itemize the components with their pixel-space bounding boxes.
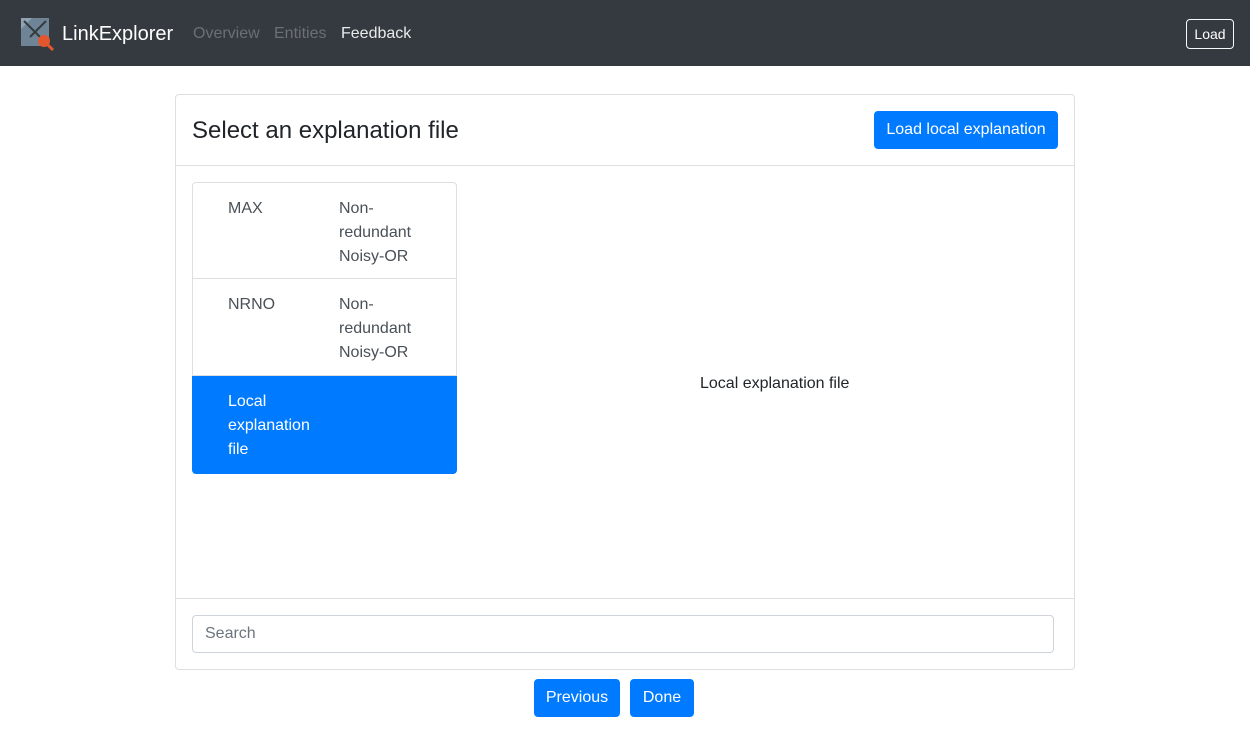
- list-item-max[interactable]: MAX Non-redundant Noisy-OR: [192, 182, 457, 279]
- list-item-name: NRNO: [228, 296, 276, 313]
- brand-name: LinkExplorer: [62, 23, 174, 45]
- search-input[interactable]: [192, 615, 1054, 653]
- done-button[interactable]: Done: [630, 679, 694, 717]
- navbar: LinkExplorer Overview Entities Feedback …: [0, 0, 1250, 66]
- list-item-local-explanation-file[interactable]: Local explanation file: [192, 376, 457, 474]
- card-footer: [176, 598, 1074, 669]
- nav-entities[interactable]: Entities: [274, 23, 326, 45]
- card-header: Select an explanation file Load local ex…: [176, 95, 1074, 166]
- explanation-file-list: MAX Non-redundant Noisy-OR NRNO Non-redu…: [192, 182, 457, 474]
- selected-file-label: Local explanation file: [700, 375, 850, 392]
- list-item-description: Non-redundant Noisy-OR: [339, 200, 412, 265]
- previous-button[interactable]: Previous: [534, 679, 620, 717]
- list-item-description: Non-redundant Noisy-OR: [339, 296, 412, 361]
- card-title: Select an explanation file: [192, 117, 459, 144]
- list-item-name: Local explanation file: [228, 393, 310, 458]
- navbar-load-button[interactable]: Load: [1186, 19, 1234, 49]
- list-item-nrno[interactable]: NRNO Non-redundant Noisy-OR: [192, 279, 457, 376]
- load-local-explanation-button[interactable]: Load local explanation: [874, 111, 1058, 149]
- list-item-name: MAX: [228, 200, 263, 217]
- explanation-card: Select an explanation file Load local ex…: [175, 94, 1075, 670]
- brand[interactable]: LinkExplorer: [20, 17, 173, 51]
- linkexplorer-logo-icon: [21, 18, 54, 51]
- nav-feedback[interactable]: Feedback: [341, 23, 411, 45]
- nav-overview[interactable]: Overview: [193, 23, 260, 45]
